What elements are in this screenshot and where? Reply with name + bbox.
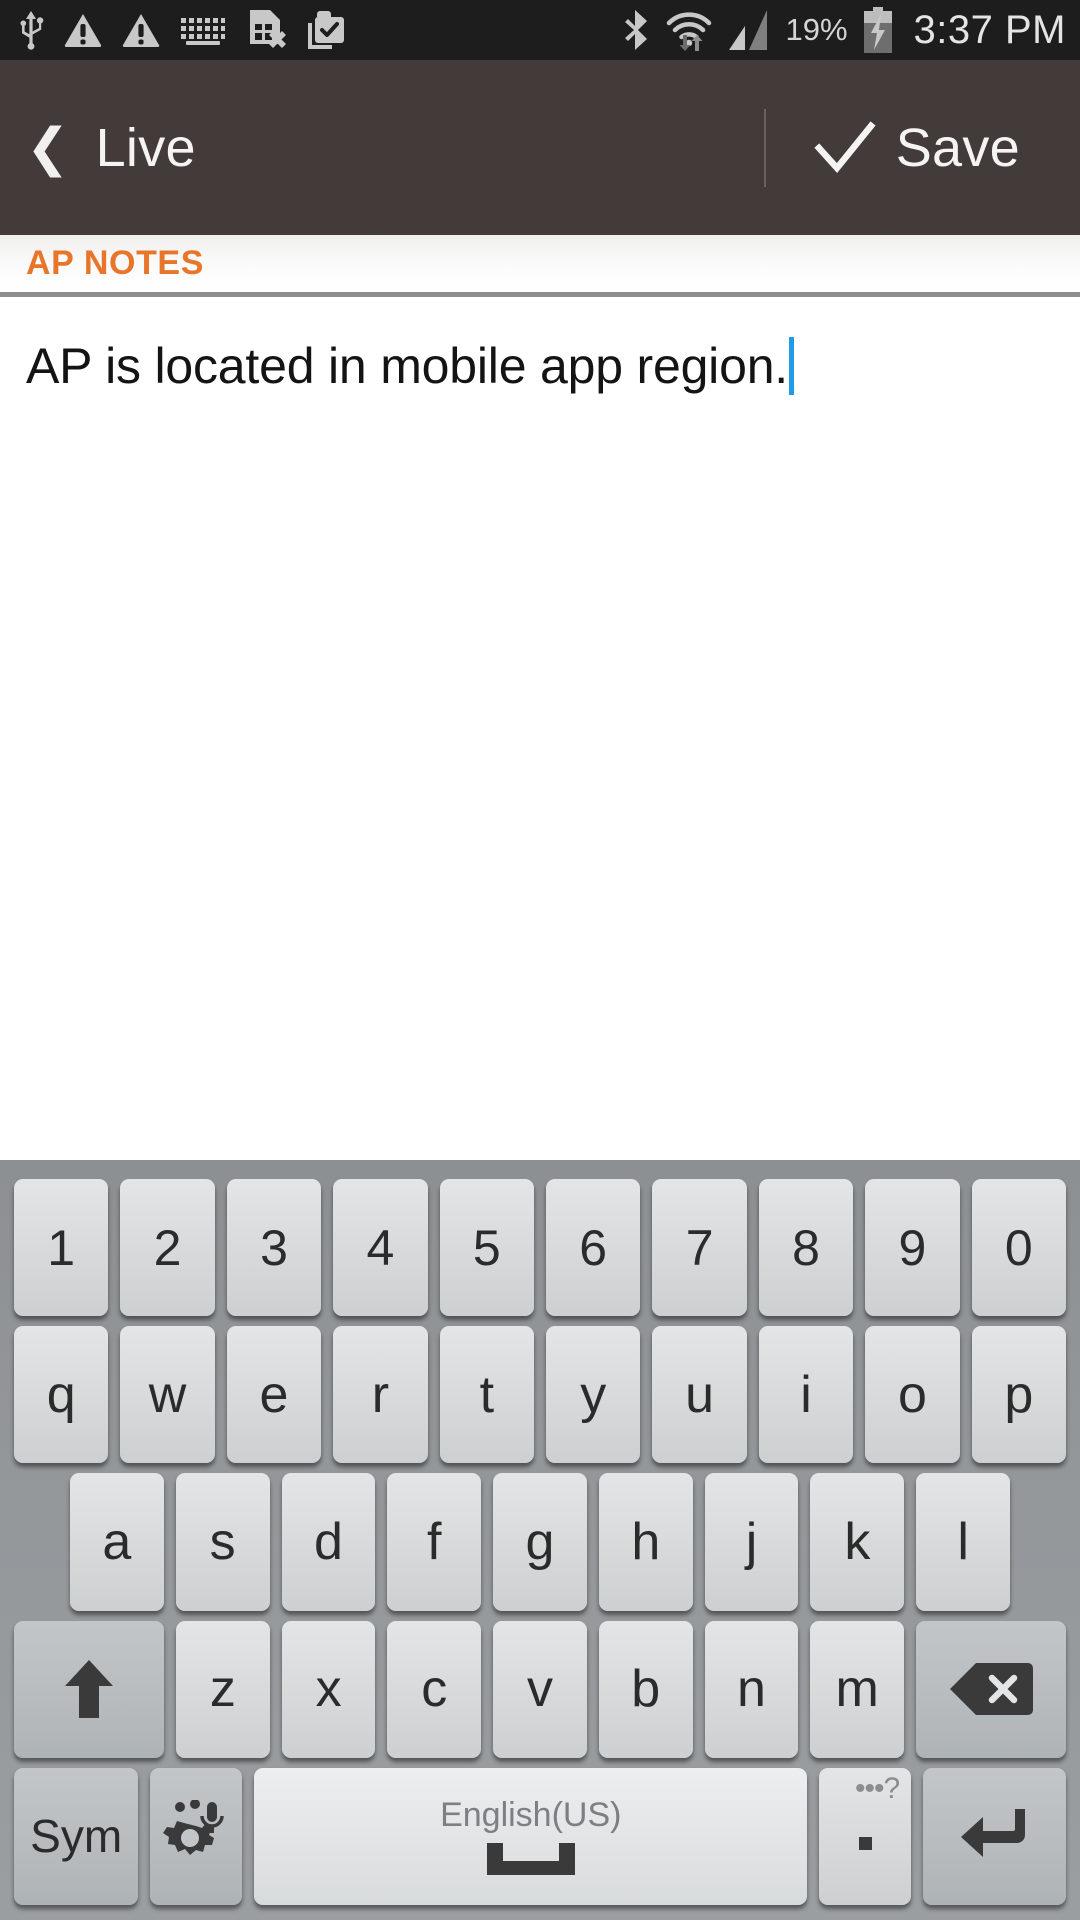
action-bar: ❮ Live Save (0, 60, 1080, 235)
usb-icon (20, 11, 44, 50)
key-5[interactable]: 5 (439, 1179, 534, 1317)
key-f[interactable]: f (387, 1473, 482, 1611)
enter-arrow-icon (960, 1809, 1025, 1858)
wifi-data-icon (667, 12, 712, 51)
space-key[interactable]: English(US) (254, 1767, 808, 1906)
phone-screen: 19% 3:37 PM ❮ Live Save AP NOTES AP is l… (0, 0, 1080, 1920)
period-dot-icon (858, 1836, 872, 1850)
key-k[interactable]: k (810, 1473, 905, 1611)
backspace-icon (949, 1663, 1033, 1716)
bluetooth-icon (625, 10, 648, 50)
key-d[interactable]: d (281, 1473, 376, 1611)
key-x[interactable]: x (281, 1620, 376, 1758)
action-bar-divider (763, 108, 766, 187)
keyboard-row-function: Sym English(US) •••? (8, 1763, 1072, 1910)
settings-mic-icon (163, 1800, 225, 1856)
space-bar-icon (486, 1842, 575, 1875)
warning-icon (122, 14, 160, 47)
key-t[interactable]: t (439, 1326, 534, 1464)
status-bar-notification-icons (18, 8, 623, 52)
key-i[interactable]: i (758, 1326, 854, 1464)
key-n[interactable]: n (704, 1620, 799, 1758)
key-w[interactable]: w (120, 1326, 215, 1464)
text-cursor (789, 337, 794, 395)
status-bar-clock: 3:37 PM (913, 7, 1066, 52)
status-bar: 19% 3:37 PM (0, 0, 1080, 60)
save-button[interactable]: Save (814, 60, 1080, 235)
key-u[interactable]: u (652, 1326, 747, 1464)
settings-key[interactable] (150, 1767, 243, 1906)
key-g[interactable]: g (493, 1473, 587, 1611)
status-bar-system-icons: 19% 3:37 PM (623, 7, 1066, 53)
section-header-ap-notes: AP NOTES (0, 235, 1080, 297)
shift-arrow-icon (65, 1660, 113, 1719)
save-label: Save (895, 117, 1020, 178)
key-h[interactable]: h (598, 1473, 693, 1611)
key-l[interactable]: l (916, 1473, 1011, 1611)
keyboard-icon (181, 18, 225, 45)
keyboard-row-numbers: 1 2 3 4 5 6 7 8 9 0 (8, 1174, 1072, 1321)
check-icon (814, 120, 876, 173)
back-chevron-icon: ❮ (26, 118, 70, 177)
work-profile-icon (308, 11, 344, 49)
period-key-hint: •••? (855, 1771, 900, 1805)
key-c[interactable]: c (387, 1620, 482, 1758)
ap-notes-textarea[interactable]: AP is located in mobile app region. (0, 297, 1080, 1160)
period-key[interactable]: •••? (819, 1767, 912, 1906)
note-line: AP is located in mobile app region. (26, 337, 1054, 395)
key-9[interactable]: 9 (865, 1179, 960, 1317)
key-0[interactable]: 0 (971, 1179, 1067, 1317)
keyboard-row-top: q w e r t y u i o p (8, 1321, 1072, 1468)
key-j[interactable]: j (704, 1473, 799, 1611)
key-2[interactable]: 2 (120, 1179, 215, 1317)
keyboard-row-bottom: z x c v b n m (8, 1616, 1072, 1763)
shift-key[interactable] (14, 1620, 164, 1758)
key-r[interactable]: r (333, 1326, 428, 1464)
on-screen-keyboard: 1 2 3 4 5 6 7 8 9 0 q w e r t y u i o p … (0, 1160, 1080, 1920)
key-a[interactable]: a (69, 1473, 164, 1611)
key-o[interactable]: o (865, 1326, 960, 1464)
page-title: Live (95, 117, 196, 178)
back-button[interactable]: ❮ Live (0, 60, 764, 235)
key-p[interactable]: p (971, 1326, 1067, 1464)
sim-card-error-icon (250, 10, 286, 48)
key-v[interactable]: v (493, 1620, 587, 1758)
key-1[interactable]: 1 (13, 1179, 109, 1317)
cellular-signal-icon (729, 10, 768, 50)
key-q[interactable]: q (13, 1326, 109, 1464)
backspace-key[interactable] (916, 1620, 1066, 1758)
key-8[interactable]: 8 (758, 1179, 854, 1317)
key-7[interactable]: 7 (652, 1179, 747, 1317)
keyboard-row-home: a s d f g h j k l (8, 1468, 1072, 1615)
key-3[interactable]: 3 (226, 1179, 322, 1317)
enter-key[interactable] (923, 1767, 1066, 1906)
key-y[interactable]: y (546, 1326, 641, 1464)
section-title: AP NOTES (26, 244, 204, 282)
key-e[interactable]: e (226, 1326, 322, 1464)
key-b[interactable]: b (598, 1620, 693, 1758)
warning-icon (64, 14, 102, 47)
key-m[interactable]: m (810, 1620, 905, 1758)
key-s[interactable]: s (175, 1473, 270, 1611)
key-z[interactable]: z (175, 1620, 270, 1758)
keyboard-language-label: English(US) (440, 1795, 622, 1834)
symbols-key[interactable]: Sym (14, 1767, 139, 1906)
battery-percentage: 19% (785, 12, 848, 47)
battery-charging-icon (863, 7, 892, 53)
key-6[interactable]: 6 (546, 1179, 641, 1317)
note-text: AP is located in mobile app region. (26, 337, 788, 394)
key-4[interactable]: 4 (333, 1179, 428, 1317)
